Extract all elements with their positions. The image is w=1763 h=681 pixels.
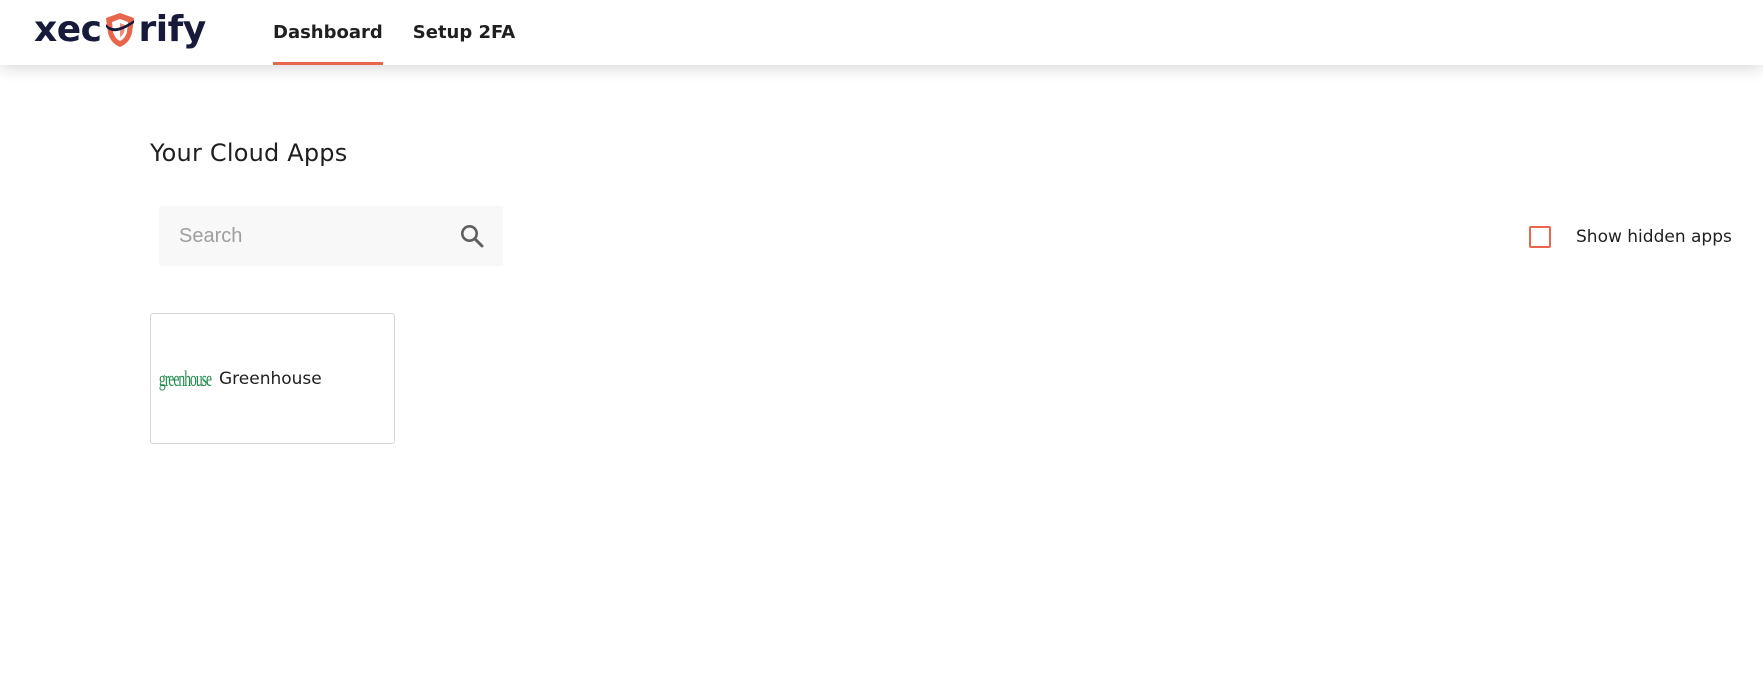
search-box (159, 206, 503, 266)
logo-text-suffix: rify (138, 9, 206, 50)
search-icon[interactable] (459, 223, 485, 249)
tab-dashboard[interactable]: Dashboard (273, 0, 383, 65)
greenhouse-logo: greenhouse (158, 365, 212, 391)
xecurify-logo[interactable]: xec rify (34, 6, 206, 54)
tab-setup-2fa[interactable]: Setup 2FA (413, 0, 515, 65)
app-name: Greenhouse (219, 368, 322, 389)
page-title: Your Cloud Apps (150, 139, 348, 167)
show-hidden-apps-label: Show hidden apps (1576, 227, 1732, 247)
shield-icon (106, 13, 135, 47)
app-card-greenhouse[interactable]: greenhouse Greenhouse (150, 313, 395, 444)
show-hidden-apps-toggle[interactable]: Show hidden apps (1529, 225, 1732, 249)
search-input[interactable] (159, 206, 439, 266)
main-nav: Dashboard Setup 2FA (273, 0, 515, 65)
logo-text-prefix: xec (34, 9, 102, 50)
show-hidden-apps-checkbox[interactable] (1529, 226, 1551, 248)
top-navigation-bar: xec rify Dashboard Setup 2FA (0, 0, 1763, 65)
